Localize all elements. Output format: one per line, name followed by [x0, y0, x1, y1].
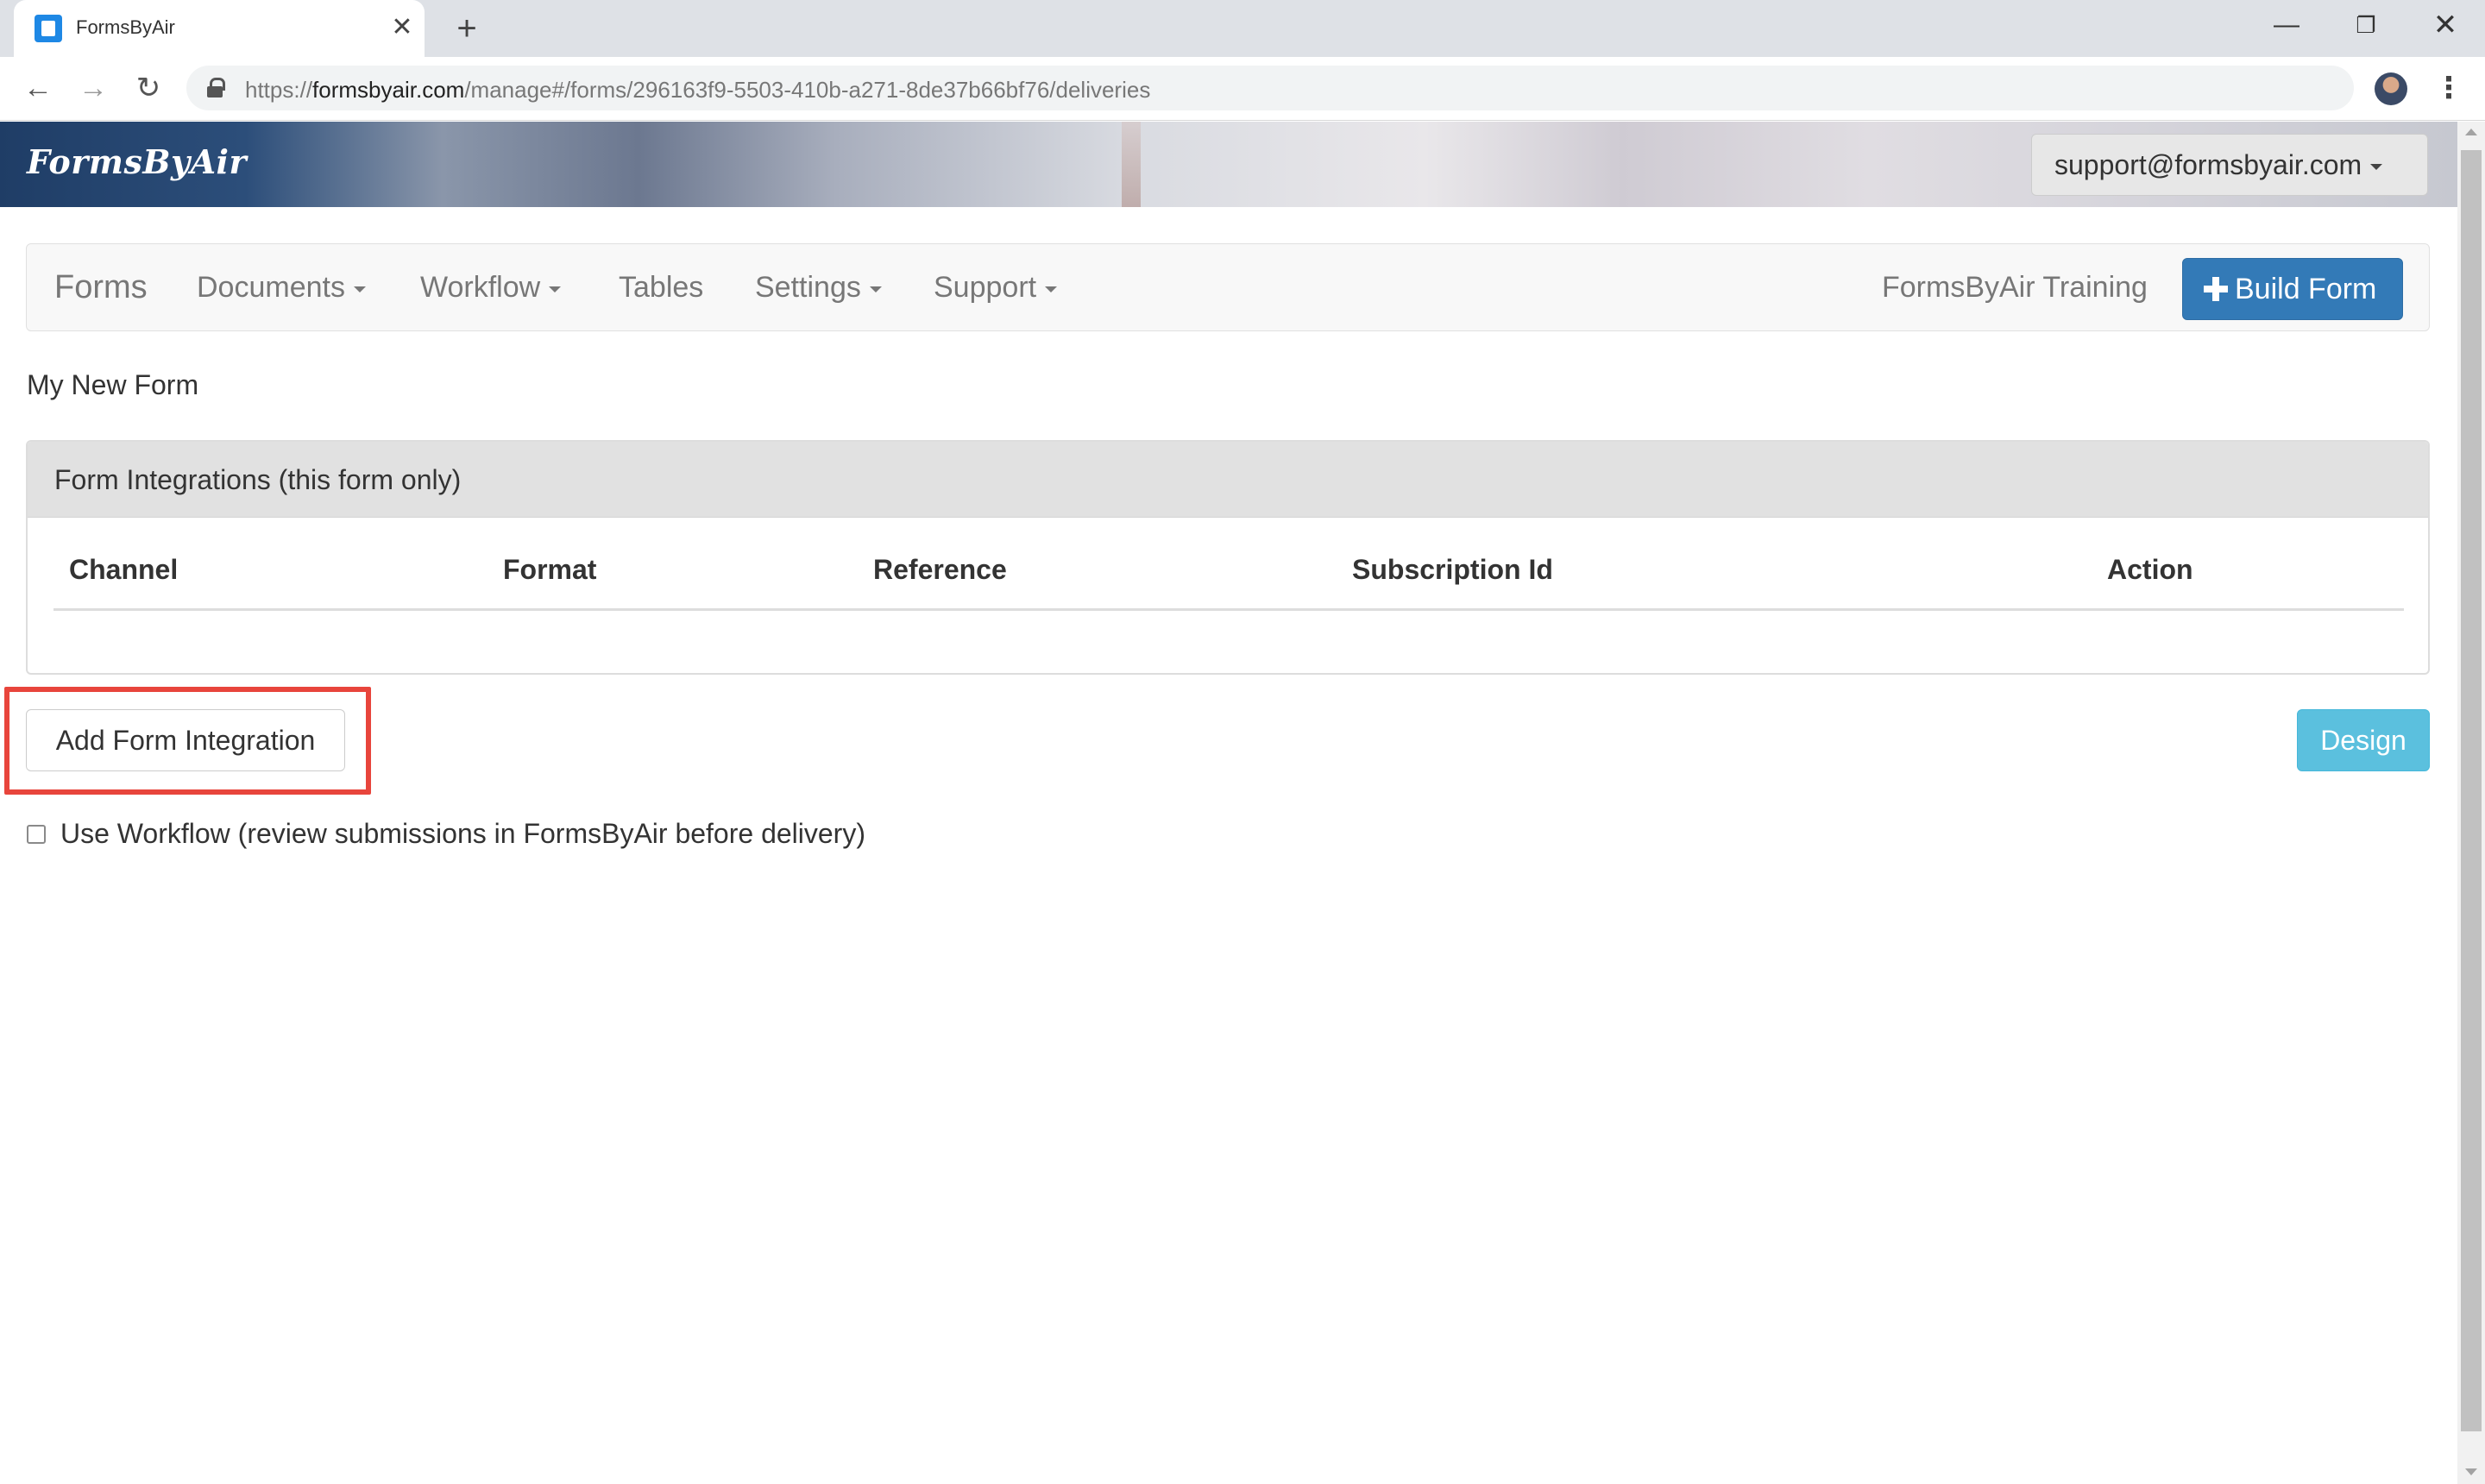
main-navbar: Forms Documents Workflow Tables Settings… [26, 243, 2430, 331]
lock-icon[interactable] [207, 78, 225, 97]
back-icon[interactable]: ← [17, 67, 59, 109]
integrations-table-header: Channel Format Reference Subscription Id… [53, 554, 2404, 611]
formsbyair-favicon-icon [35, 15, 62, 42]
column-header-action: Action [2107, 554, 2193, 585]
minimize-window-icon[interactable]: — [2247, 0, 2326, 57]
browser-tab[interactable]: FormsByAir ✕ [14, 0, 425, 57]
caret-down-icon [1045, 286, 1058, 292]
nav-forms[interactable]: Forms [54, 244, 148, 330]
nav-support-dropdown[interactable]: Support [934, 244, 1058, 330]
scroll-up-arrow-icon[interactable] [2465, 129, 2477, 135]
user-menu-dropdown[interactable]: support@formsbyair.com [2031, 134, 2428, 196]
nav-workflow-label: Workflow [420, 271, 541, 304]
caret-down-icon [2370, 164, 2383, 171]
app-header-banner: FormsByAir support@formsbyair.com [0, 122, 2457, 207]
build-form-label: Build Form [2235, 273, 2377, 305]
column-header-reference: Reference [873, 554, 1007, 585]
page-title: My New Form [27, 369, 199, 400]
url-text[interactable]: https://formsbyair.com/manage#/forms/296… [245, 77, 1150, 104]
tab-title: FormsByAir [76, 16, 175, 38]
nav-tables[interactable]: Tables [619, 244, 703, 330]
profile-avatar[interactable] [2375, 72, 2407, 105]
use-workflow-checkbox[interactable] [27, 825, 46, 844]
banner-decoration [1122, 122, 1141, 207]
url-host: formsbyair.com [312, 77, 465, 103]
close-window-icon[interactable]: ✕ [2406, 0, 2485, 57]
browser-menu-icon[interactable]: ⋮ [2432, 71, 2466, 105]
plus-icon [2204, 277, 2228, 301]
forward-icon[interactable]: → [72, 67, 114, 109]
caret-down-icon [869, 286, 882, 292]
build-form-button[interactable]: Build Form [2182, 258, 2403, 320]
url-path: /manage#/forms/296163f9-5503-410b-a271-8… [464, 77, 1151, 103]
add-form-integration-button[interactable]: Add Form Integration [26, 709, 345, 771]
restore-window-icon[interactable]: ❐ [2326, 0, 2406, 57]
form-integrations-panel: Form Integrations (this form only) Chann… [26, 440, 2430, 675]
browser-toolbar: ← → ↻ https://formsbyair.com/manage#/for… [0, 57, 2485, 121]
nav-workflow-dropdown[interactable]: Workflow [420, 244, 562, 330]
caret-down-icon [353, 286, 366, 292]
user-menu-label: support@formsbyair.com [2054, 149, 2362, 180]
column-header-channel: Channel [69, 554, 179, 585]
nav-documents-label: Documents [197, 271, 345, 304]
nav-documents-dropdown[interactable]: Documents [197, 244, 366, 330]
nav-settings-dropdown[interactable]: Settings [755, 244, 882, 330]
panel-title: Form Integrations (this form only) [54, 464, 462, 495]
nav-support-label: Support [934, 271, 1037, 304]
design-button[interactable]: Design [2297, 709, 2430, 771]
url-scheme: https:// [245, 77, 313, 103]
tab-close-icon[interactable]: ✕ [387, 12, 418, 43]
nav-training-link[interactable]: FormsByAir Training [1882, 244, 2148, 330]
column-header-format: Format [503, 554, 597, 585]
column-header-subscription-id: Subscription Id [1352, 554, 1553, 585]
brand-logo[interactable]: FormsByAir [27, 142, 247, 181]
caret-down-icon [549, 286, 562, 292]
page-scrollbar[interactable] [2457, 122, 2485, 1484]
panel-heading: Form Integrations (this form only) [28, 442, 2428, 518]
new-tab-icon[interactable]: + [449, 10, 485, 47]
address-bar[interactable]: https://formsbyair.com/manage#/forms/296… [186, 66, 2354, 110]
scroll-down-arrow-icon[interactable] [2465, 1468, 2477, 1475]
browser-tabstrip: FormsByAir ✕ + — ❐ ✕ [0, 0, 2485, 57]
use-workflow-label[interactable]: Use Workflow (review submissions in Form… [60, 818, 865, 850]
reload-icon[interactable]: ↻ [128, 67, 169, 109]
scroll-thumb[interactable] [2461, 150, 2482, 1431]
nav-settings-label: Settings [755, 271, 861, 304]
